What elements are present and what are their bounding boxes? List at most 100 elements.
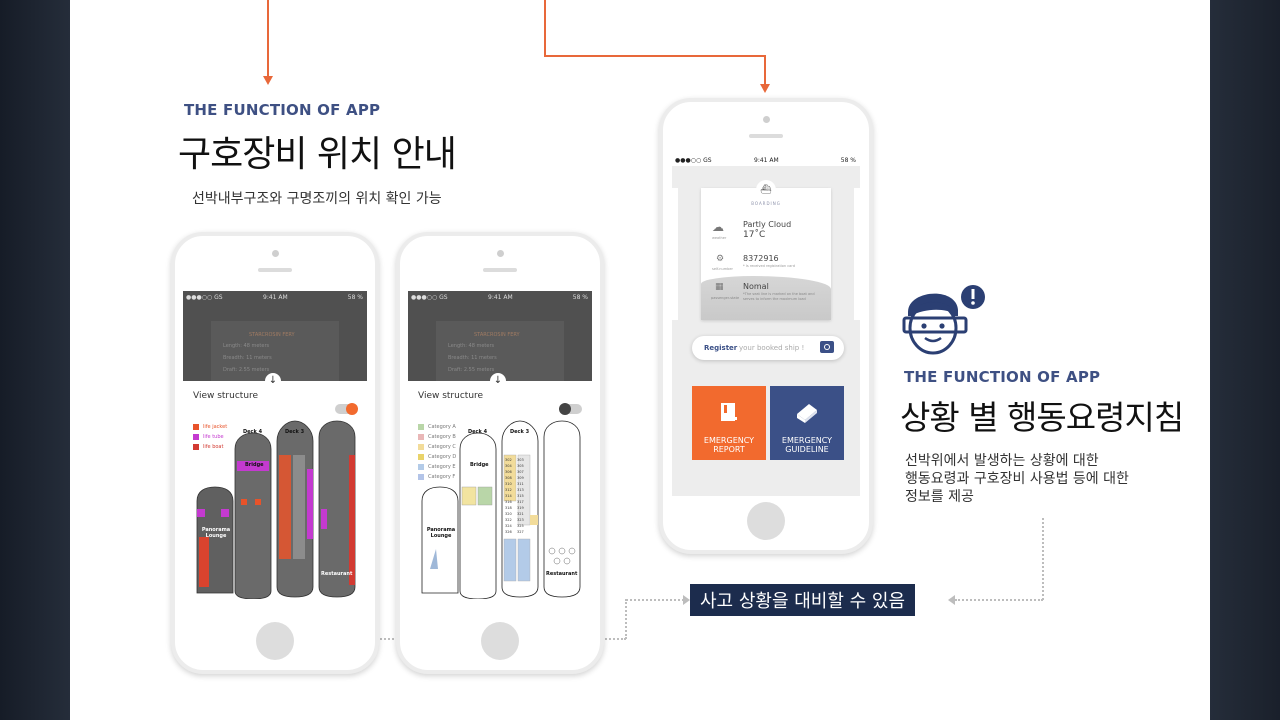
boarding-label: BOARDING [751,201,781,206]
dotted-connector [625,599,627,639]
phone-speaker [258,268,292,272]
phone-camera [763,116,770,123]
connector-line-right-v2 [764,55,766,85]
carousel-card-peek-right [854,188,860,320]
room-number-grid: 302 303304 305306 307308 309310 311312 313314 3… [505,457,531,535]
home-button[interactable] [256,622,294,660]
register-bold: Register [704,344,738,352]
battery-text: 58 % [347,294,363,301]
emergency-report-tile[interactable]: EMERGENCY REPORT [692,386,766,460]
phone-screen: ●●●○○ GS 9:41 AM 58 % STARCROSIN FERY Le… [408,291,592,616]
emergency-guideline-tile[interactable]: EMERGENCY GUIDELINE [770,386,844,460]
tile-line2: GUIDELINE [785,445,829,454]
deck-label: Bridge [245,462,264,468]
right-title: 상황 별 행동요령지침 [900,398,1184,437]
badge-icon: ⚙ [716,254,725,264]
deck-label: Panorama Lounge [201,527,231,539]
registration-caption: self-number [712,267,733,271]
status-bar: ●●●○○ GS 9:41 AM 58 % [408,291,592,303]
view-structure-title: View structure [193,391,259,401]
home-button[interactable] [747,502,785,540]
phone-speaker [749,134,783,138]
passenger-status: Nomal [743,282,769,291]
toggle-knob [559,403,571,415]
carrier-text: ●●●○○ GS [675,157,712,164]
deck-label: Deck 4 [468,429,488,435]
weather-caption: weather [712,236,727,240]
guideline-book-icon [794,400,820,424]
carousel-card-peek-left [672,188,678,320]
deck-label: Deck 3 [510,429,530,435]
deck-label: Bridge [470,462,489,468]
clock-text: 9:41 AM [488,294,513,301]
ship-icon: ⛴ [756,180,776,200]
deck-label: Deck 3 [285,429,305,435]
ship-spec: Length: 48 meters [223,343,270,349]
register-bar[interactable]: Register your booked ship ! [692,336,844,360]
expand-arrow-button[interactable]: ↓ [265,373,281,389]
home-button[interactable] [481,622,519,660]
description-line: 선박위에서 발생하는 상황에 대한 [905,453,1099,469]
phone-screen: ●●●○○ GS 9:41 AM 58 % STARCROSIN FERY Le… [183,291,367,616]
right-kicker: THE FUNCTION OF APP [904,368,1101,386]
register-hint: your booked ship ! [739,344,805,352]
deck-label: Restaurant [546,571,578,577]
expand-arrow-button[interactable]: ↓ [490,373,506,389]
description-line: 정보를 제공 [905,489,974,505]
report-book-icon [720,402,738,422]
toggle-switch[interactable] [559,403,582,415]
deck-label: Deck 4 [243,429,263,435]
right-dark-band [1210,0,1280,720]
dotted-connector [376,638,398,640]
tile-line2: REPORT [713,445,745,454]
status-bar: ●●●○○ GS 9:41 AM 58 % [672,154,860,166]
slide: THE FUNCTION OF APP 구호장비 위치 안내 선박내부구조와 구… [70,0,1210,720]
deck-plan-diagram: Deck 4 Deck 3 Bridge Panorama Lounge Res… [193,419,363,600]
carrier-text: ●●●○○ GS [411,294,448,301]
phone-mockup-3: ●●●○○ GS 9:41 AM 58 % ⛴ BOARDING ☁ weath… [659,98,873,554]
clock-text: 9:41 AM [263,294,288,301]
description-line: 행동요령과 구호장비 사용법 등에 대한 [905,471,1129,487]
passenger-icon: ▦ [715,282,724,292]
person-alert-icon [900,282,990,357]
left-dark-band [0,0,70,720]
toggle-knob [346,403,358,415]
camera-icon[interactable] [820,341,834,353]
phone-camera [497,250,504,257]
toggle-switch[interactable] [335,403,358,415]
passenger-caption: passenger-state [711,296,740,300]
ship-spec: Draft: 2.55 meters [223,367,270,373]
ship-spec: Breadth: 11 meters [448,355,497,361]
battery-text: 58 % [840,157,856,164]
room-number: 327 [517,530,524,534]
connector-line-right-v1 [544,0,546,57]
weather-title: Partly Cloud [743,220,792,229]
registration-number: 8372916 [743,254,779,263]
left-subtitle: 선박내부구조와 구명조끼의 위치 확인 가능 [192,191,442,207]
bottom-label: 사고 상황을 대비할 수 있음 [690,584,916,616]
dimmed-ship-info: ●●●○○ GS 9:41 AM 58 % STARCROSIN FERY Le… [408,291,592,381]
arrow-right-icon [683,595,690,605]
dotted-connector [955,599,1043,601]
phone-speaker [483,268,517,272]
right-description: 선박위에서 발생하는 상황에 대한 행동요령과 구호장비 사용법 등에 대한 정… [905,452,1129,506]
status-bar: ●●●○○ GS 9:41 AM 58 % [183,291,367,303]
ship-name: STARCROSIN FERY [474,332,520,338]
left-kicker: THE FUNCTION OF APP [184,101,381,119]
arrow-down-icon [263,76,273,85]
dimmed-ship-info: ●●●○○ GS 9:41 AM 58 % STARCROSIN FERY Le… [183,291,367,381]
ship-spec: Breadth: 11 meters [223,355,272,361]
deck-label: Restaurant [321,571,353,577]
deck-plan-diagram: Deck 4 Deck 3 Bridge Panorama Lounge Res… [418,419,588,600]
clock-text: 9:41 AM [754,157,779,164]
connector-line-right-h [544,55,766,57]
boarding-card[interactable]: ⛴ BOARDING ☁ weather Partly Cloud 17˚C ⚙… [701,180,831,320]
tile-line1: EMERGENCY [703,436,755,445]
dotted-connector [602,638,626,640]
room-number: 326 [505,530,512,534]
phone-screen: ●●●○○ GS 9:41 AM 58 % ⛴ BOARDING ☁ weath… [672,154,860,496]
ship-name: STARCROSIN FERY [249,332,295,338]
cloud-icon: ☁ [712,220,724,234]
ship-spec: Length: 48 meters [448,343,495,349]
arrow-down-icon [760,84,770,93]
